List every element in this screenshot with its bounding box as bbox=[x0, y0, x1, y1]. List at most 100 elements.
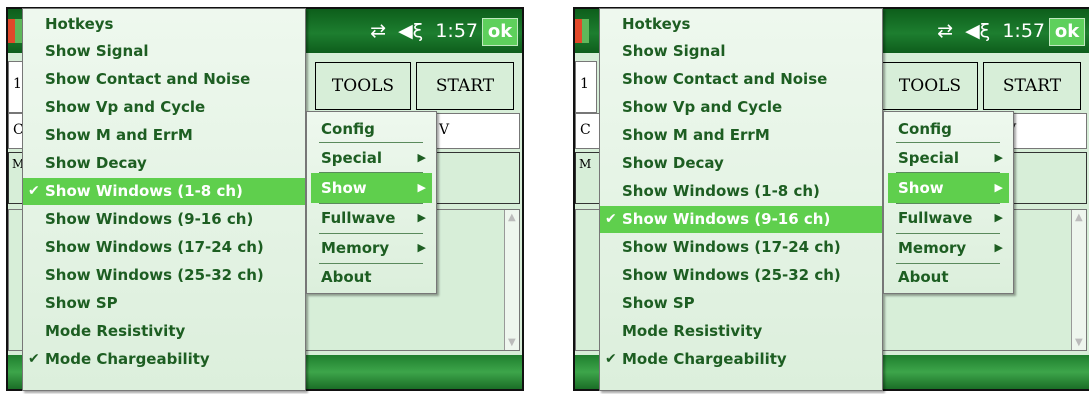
hotkey-menu: Hotkeys Show Signal Show Contact and Noi… bbox=[22, 8, 306, 391]
check-icon: ✔ bbox=[605, 211, 617, 227]
menu-item-show-signal[interactable]: Show Signal bbox=[23, 38, 305, 65]
scrollbar[interactable]: ▲ ▼ bbox=[504, 210, 519, 350]
ok-button[interactable]: ok bbox=[1049, 18, 1085, 46]
menu-item-show-windows-9-16[interactable]: Show Windows (9-16 ch) bbox=[23, 206, 305, 233]
ok-button[interactable]: ok bbox=[482, 18, 518, 46]
menu-item-label: Fullwave bbox=[321, 209, 396, 227]
menu-item-label: Special bbox=[321, 149, 383, 167]
submenu-arrow-icon: ▶ bbox=[417, 181, 426, 194]
menu-item-label: Show bbox=[898, 179, 944, 197]
menu-item-label: Show SP bbox=[45, 294, 118, 312]
menu-item-label: Show Vp and Cycle bbox=[45, 98, 206, 116]
menu-item-label: Show Windows (17-24 ch) bbox=[45, 238, 264, 256]
menu-item-show-windows-1-8[interactable]: Show Windows (1-8 ch) bbox=[600, 178, 882, 205]
menu-item-mode-chargeability[interactable]: ✔ Mode Chargeability bbox=[23, 346, 305, 373]
submenu-arrow-icon: ▶ bbox=[994, 151, 1003, 164]
menu-item-label: Show Signal bbox=[622, 42, 726, 60]
menu-item-label: Show Signal bbox=[45, 42, 149, 60]
menu-item-label: Show Windows (1-8 ch) bbox=[622, 182, 820, 200]
menu-item-label: About bbox=[321, 268, 372, 286]
check-icon: ✔ bbox=[28, 183, 40, 199]
connectivity-icon[interactable]: ⇄ bbox=[370, 20, 386, 42]
tools-button[interactable]: TOOLS bbox=[882, 62, 978, 110]
start-button[interactable]: START bbox=[983, 62, 1081, 110]
menu-item-show-sp[interactable]: Show SP bbox=[600, 290, 882, 317]
scrollbar[interactable]: ▲ ▼ bbox=[1071, 210, 1086, 350]
menu-item-show-m-errm[interactable]: Show M and ErrM bbox=[600, 122, 882, 149]
menu-item-special[interactable]: Special ▶ bbox=[888, 143, 1009, 173]
menu-item-show-contact-noise[interactable]: Show Contact and Noise bbox=[600, 66, 882, 93]
menu-item-show-vp-cycle[interactable]: Show Vp and Cycle bbox=[600, 94, 882, 121]
windows-start-icon[interactable] bbox=[575, 19, 589, 43]
submenu-arrow-icon: ▶ bbox=[994, 211, 1003, 224]
menu-item-show-windows-9-16[interactable]: ✔ Show Windows (9-16 ch) bbox=[600, 206, 882, 233]
background-label: M bbox=[579, 157, 592, 171]
menu-item-label: Show Contact and Noise bbox=[622, 70, 828, 88]
status-area: ⇄ ◀ξ 1:57 bbox=[931, 18, 1045, 44]
background-field: 1 bbox=[575, 61, 597, 113]
menu-item-label: Mode Resistivity bbox=[45, 322, 186, 340]
menu-item-label: Mode Resistivity bbox=[622, 322, 763, 340]
menu-item-label: Show Windows (1-8 ch) bbox=[45, 182, 243, 200]
menu-item-label: Memory bbox=[321, 239, 390, 257]
volume-icon[interactable]: ◀ξ bbox=[965, 20, 990, 42]
menu-item-show-m-errm[interactable]: Show M and ErrM bbox=[23, 122, 305, 149]
windows-start-icon[interactable] bbox=[8, 19, 22, 43]
menu-item-label: Config bbox=[321, 120, 375, 138]
menu-item-config[interactable]: Config bbox=[311, 114, 432, 144]
menu-item-label: Show Windows (25-32 ch) bbox=[45, 266, 264, 284]
menu-item-show-contact-noise[interactable]: Show Contact and Noise bbox=[23, 66, 305, 93]
clock[interactable]: 1:57 bbox=[435, 20, 478, 42]
menu-item-mode-resistivity[interactable]: Mode Resistivity bbox=[23, 318, 305, 345]
scroll-up-icon[interactable]: ▲ bbox=[1075, 212, 1083, 223]
menu-item-mode-chargeability[interactable]: ✔ Mode Chargeability bbox=[600, 346, 882, 373]
menu-item-fullwave[interactable]: Fullwave ▶ bbox=[311, 203, 432, 233]
menu-item-label: Show Windows (17-24 ch) bbox=[622, 238, 841, 256]
menu-item-show-vp-cycle[interactable]: Show Vp and Cycle bbox=[23, 94, 305, 121]
menu-item-label: Show M and ErrM bbox=[622, 126, 770, 144]
menu-item-hotkeys[interactable]: Hotkeys bbox=[600, 11, 882, 38]
menu-item-config[interactable]: Config bbox=[888, 114, 1009, 144]
menu-item-label: Show SP bbox=[622, 294, 695, 312]
background-label: 1 bbox=[580, 76, 589, 92]
menu-item-label: About bbox=[898, 268, 949, 286]
menu-item-show-sp[interactable]: Show SP bbox=[23, 290, 305, 317]
start-button[interactable]: START bbox=[416, 62, 514, 110]
connectivity-icon[interactable]: ⇄ bbox=[937, 20, 953, 42]
menu-item-label: Show Decay bbox=[622, 154, 724, 172]
menu-item-show[interactable]: Show ▶ bbox=[888, 173, 1009, 203]
menu-item-mode-resistivity[interactable]: Mode Resistivity bbox=[600, 318, 882, 345]
menu-item-label: Memory bbox=[898, 239, 967, 257]
submenu-arrow-icon: ▶ bbox=[417, 151, 426, 164]
tools-button[interactable]: TOOLS bbox=[315, 62, 411, 110]
menu-item-about[interactable]: About bbox=[888, 262, 1009, 292]
scroll-down-icon[interactable]: ▼ bbox=[1075, 337, 1083, 348]
menu-item-show-decay[interactable]: Show Decay bbox=[23, 150, 305, 177]
scroll-up-icon[interactable]: ▲ bbox=[508, 212, 516, 223]
menu-item-label: Hotkeys bbox=[45, 15, 114, 33]
menu-item-label: Hotkeys bbox=[622, 15, 691, 33]
volume-icon[interactable]: ◀ξ bbox=[398, 20, 423, 42]
submenu-arrow-icon: ▶ bbox=[417, 241, 426, 254]
menu-item-special[interactable]: Special ▶ bbox=[311, 143, 432, 173]
menu-item-show[interactable]: Show ▶ bbox=[311, 173, 432, 203]
menu-item-show-windows-25-32[interactable]: Show Windows (25-32 ch) bbox=[23, 262, 305, 289]
menu-item-show-decay[interactable]: Show Decay bbox=[600, 150, 882, 177]
clock[interactable]: 1:57 bbox=[1002, 20, 1045, 42]
menu-item-hotkeys[interactable]: Hotkeys bbox=[23, 11, 305, 38]
menu-item-label: Show M and ErrM bbox=[45, 126, 193, 144]
menu-item-fullwave[interactable]: Fullwave ▶ bbox=[888, 203, 1009, 233]
menu-item-show-windows-17-24[interactable]: Show Windows (17-24 ch) bbox=[600, 234, 882, 261]
menu-item-memory[interactable]: Memory ▶ bbox=[888, 233, 1009, 263]
scroll-down-icon[interactable]: ▼ bbox=[508, 337, 516, 348]
menu-item-show-windows-25-32[interactable]: Show Windows (25-32 ch) bbox=[600, 262, 882, 289]
menu-item-show-signal[interactable]: Show Signal bbox=[600, 38, 882, 65]
menu-item-show-windows-1-8[interactable]: ✔ Show Windows (1-8 ch) bbox=[23, 178, 305, 205]
menu-item-label: Show Windows (9-16 ch) bbox=[622, 210, 831, 228]
menu-item-label: Show Windows (9-16 ch) bbox=[45, 210, 254, 228]
menu-item-memory[interactable]: Memory ▶ bbox=[311, 233, 432, 263]
check-icon: ✔ bbox=[28, 351, 40, 367]
background-label: C bbox=[580, 122, 591, 138]
menu-item-about[interactable]: About bbox=[311, 262, 432, 292]
menu-item-show-windows-17-24[interactable]: Show Windows (17-24 ch) bbox=[23, 234, 305, 261]
